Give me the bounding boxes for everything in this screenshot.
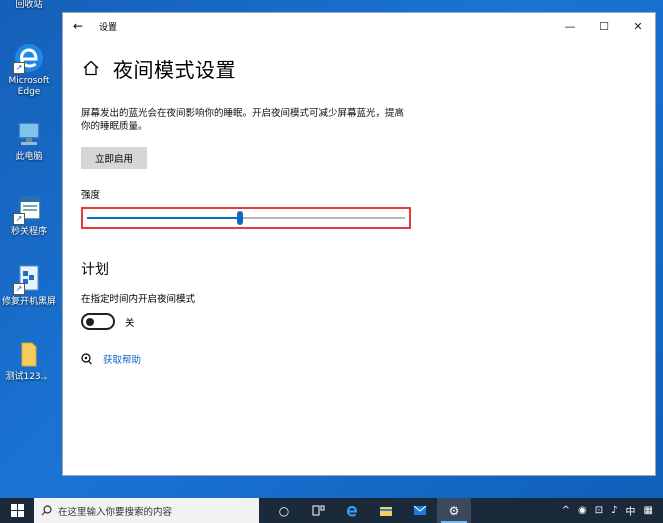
- help-row: 获取帮助: [81, 352, 637, 366]
- strength-slider-highlight: [81, 207, 411, 229]
- desktop-icon-label: 测试123.。: [5, 372, 53, 382]
- edge-icon: [346, 505, 358, 517]
- taskbar: 在这里输入你要搜索的内容 ○ ⚙ ^ ◉ ⊡ ♪ 中 ▦: [0, 498, 663, 523]
- close-button[interactable]: ✕: [621, 13, 655, 39]
- shortcut-arrow-icon: ↗: [13, 283, 25, 295]
- task-view-button[interactable]: [301, 498, 335, 523]
- desktop-icon-label: 秒关程序: [10, 227, 47, 237]
- windows-logo-icon: [10, 504, 24, 517]
- desktop-icon-close-program[interactable]: ↗ 秒关程序: [0, 193, 58, 238]
- back-button[interactable]: ←: [63, 13, 93, 39]
- desktop-icon-label: 回收站: [15, 0, 43, 10]
- taskbar-edge-button[interactable]: [335, 498, 369, 523]
- desktop-icon-fix-black-screen[interactable]: ↗ 修复开机黑屏: [0, 263, 58, 308]
- help-chat-icon: [81, 353, 92, 365]
- taskbar-mail-button[interactable]: [403, 498, 437, 523]
- taskbar-settings-button[interactable]: ⚙: [437, 498, 471, 523]
- desktop-icon-edge[interactable]: ↗ Microsoft Edge: [0, 42, 58, 98]
- schedule-toggle[interactable]: [81, 313, 115, 330]
- page-title: 夜间模式设置: [113, 57, 236, 82]
- schedule-title: 计划: [81, 262, 109, 278]
- desktop-icon-label: Microsoft Edge: [8, 76, 50, 97]
- input-grid-icon[interactable]: ▦: [644, 505, 653, 516]
- repair-tool-icon: ↗: [13, 263, 45, 295]
- schedule-label: 在指定时间内开启夜间模式: [81, 294, 196, 305]
- taskbar-search[interactable]: 在这里输入你要搜索的内容: [34, 498, 259, 523]
- system-tray: ^ ◉ ⊡ ♪ 中 ▦: [558, 503, 663, 518]
- gear-icon: ⚙: [448, 503, 460, 518]
- cortana-button[interactable]: ○: [267, 498, 301, 523]
- shortcut-arrow-icon: ↗: [13, 213, 25, 225]
- minimize-button[interactable]: —: [553, 13, 587, 39]
- mail-icon: [413, 505, 427, 515]
- schedule-toggle-row: 关: [81, 313, 637, 330]
- desktop-icon-label: 修复开机黑屏: [1, 297, 56, 307]
- settings-window: ← 设置 — ☐ ✕ 夜间模式设置 屏幕发出的蓝光会在夜间影响你的睡眠。开启夜间…: [63, 13, 655, 475]
- circle-status-icon[interactable]: ◉: [578, 505, 587, 516]
- search-icon: [34, 505, 58, 516]
- taskbar-explorer-button[interactable]: [369, 498, 403, 523]
- strength-slider-thumb[interactable]: [236, 211, 243, 225]
- ime-indicator[interactable]: 中: [626, 503, 636, 518]
- window-title: 设置: [99, 22, 118, 33]
- desktop-icon-recycle-bin[interactable]: 回收站: [0, 0, 58, 11]
- circle-icon: ○: [278, 503, 290, 518]
- network-icon[interactable]: ⊡: [595, 505, 603, 516]
- chevron-up-icon[interactable]: ^: [562, 505, 570, 516]
- edge-icon: ↗: [13, 42, 45, 74]
- task-view-icon: [312, 505, 324, 516]
- folder-icon: [380, 506, 392, 516]
- desktop-icon-test-folder[interactable]: 测试123.。: [0, 338, 58, 383]
- maximize-button[interactable]: ☐: [587, 13, 621, 39]
- strength-label: 强度: [81, 190, 101, 201]
- desktop-icon-this-pc[interactable]: 此电脑: [0, 118, 58, 163]
- get-help-link[interactable]: 获取帮助: [103, 352, 141, 366]
- schedule-toggle-text: 关: [125, 317, 135, 329]
- title-bar: ← 设置 — ☐ ✕: [63, 13, 655, 39]
- shortcut-arrow-icon: ↗: [13, 62, 25, 74]
- arrow-left-icon: ←: [72, 19, 84, 33]
- start-button[interactable]: [0, 498, 34, 523]
- computer-icon: [13, 118, 45, 150]
- description-text: 屏幕发出的蓝光会在夜间影响你的睡眠。开启夜间模式可减少屏幕蓝光，提高你的睡眠质量…: [81, 108, 405, 132]
- strength-slider-track[interactable]: [87, 211, 405, 225]
- desktop-icon-label: 此电脑: [15, 152, 43, 162]
- enable-now-button[interactable]: 立即启用: [81, 147, 147, 169]
- search-placeholder: 在这里输入你要搜索的内容: [58, 506, 173, 518]
- volume-icon[interactable]: ♪: [611, 505, 617, 516]
- page-header: 夜间模式设置: [81, 53, 637, 83]
- strength-slider-fill: [87, 217, 240, 219]
- home-icon[interactable]: [81, 58, 101, 78]
- program-window-icon: ↗: [13, 193, 45, 225]
- folder-icon: [13, 338, 45, 370]
- toggle-knob: [86, 317, 94, 326]
- page-content: 夜间模式设置 屏幕发出的蓝光会在夜间影响你的睡眠。开启夜间模式可减少屏幕蓝光，提…: [63, 53, 655, 366]
